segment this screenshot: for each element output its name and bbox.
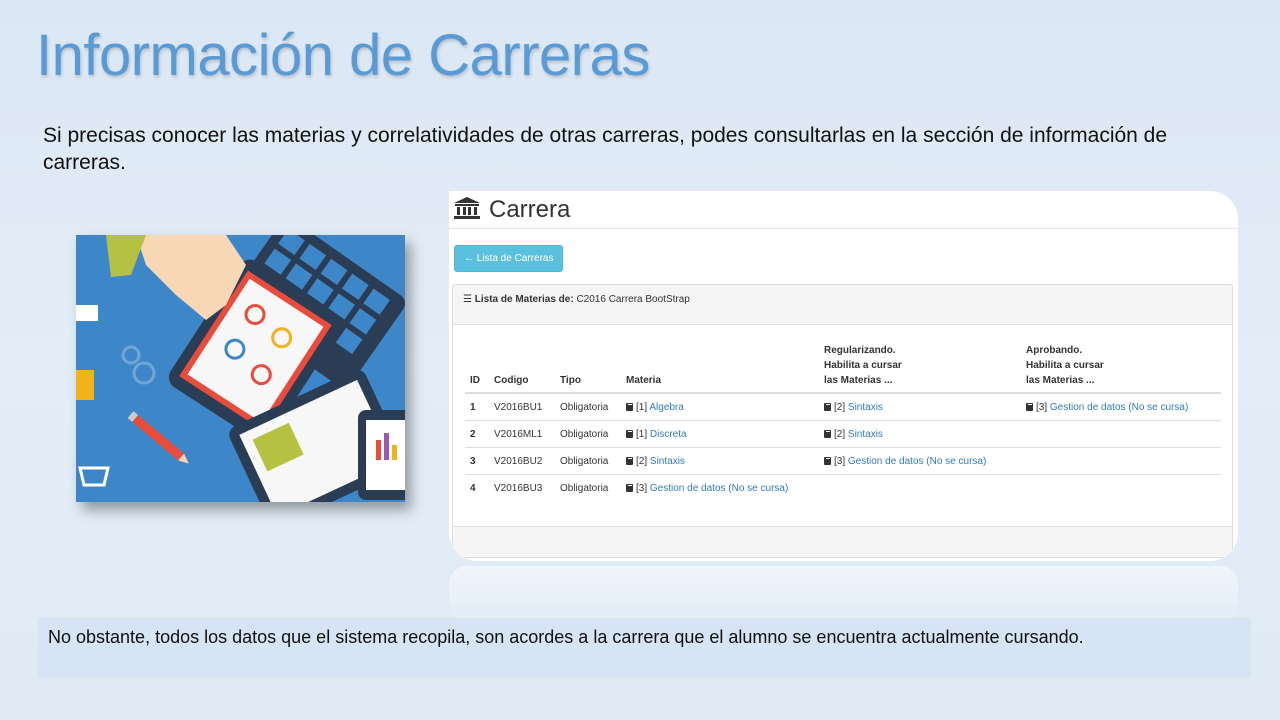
cell-codigo: V2016BU3 bbox=[489, 474, 555, 501]
table-row: 4 V2016BU3 Obligatoria [3] Gestion de datos… bbox=[465, 474, 1221, 501]
cell-id: 1 bbox=[470, 401, 476, 413]
cell-materia: [3] Gestion de datos (No se cursa) bbox=[621, 474, 819, 501]
col-regularizando-line3: las Materias ... bbox=[824, 375, 893, 386]
materia-number: [2] bbox=[834, 401, 846, 413]
col-regularizando-line2: Habilita a cursar bbox=[824, 360, 902, 371]
book-icon bbox=[626, 456, 633, 465]
materia-number: [1] bbox=[636, 428, 648, 440]
cell-tipo: Obligatoria bbox=[555, 474, 621, 501]
panel-heading: ☰ Lista de Materias de: C2016 Carrera Bo… bbox=[453, 285, 1232, 325]
book-icon bbox=[824, 429, 831, 438]
carrera-screenshot: Carrera ← Lista de Carreras ☰ Lista de M… bbox=[449, 191, 1238, 561]
cell-aprobando: [3] Gestion de datos (No se cursa) bbox=[1021, 393, 1221, 421]
cell-codigo: V2016BU2 bbox=[489, 447, 555, 475]
intro-text: Si precisas conocer las materias y corre… bbox=[43, 124, 1168, 174]
table-header-row: ID Codigo Tipo Materia Regularizando. Ha… bbox=[465, 339, 1221, 394]
cell-codigo: V2016BU1 bbox=[494, 401, 543, 413]
materia-link[interactable]: Sintaxis bbox=[848, 402, 883, 413]
col-id: ID bbox=[465, 339, 489, 394]
table-row: 1 V2016BU1 Obligatoria [1] Algebra [2] Sinta… bbox=[465, 393, 1221, 421]
book-icon bbox=[626, 483, 633, 492]
materia-number: [2] bbox=[834, 428, 846, 440]
screenshot-title: Carrera bbox=[489, 196, 571, 223]
materia-link[interactable]: Gestion de datos (No se cursa) bbox=[848, 456, 986, 467]
col-aprobando: Aprobando. Habilita a cursar las Materia… bbox=[1021, 339, 1221, 394]
col-aprobando-line3: las Materias ... bbox=[1026, 375, 1095, 386]
materias-panel: ☰ Lista de Materias de: C2016 Carrera Bo… bbox=[452, 284, 1233, 558]
cell-id: 3 bbox=[465, 447, 489, 475]
cell-regularizando: [2] Sintaxis bbox=[819, 420, 1021, 448]
materia-link[interactable]: Discreta bbox=[650, 429, 687, 440]
col-tipo: Tipo bbox=[555, 339, 621, 394]
col-codigo: Codigo bbox=[489, 339, 555, 394]
materia-link[interactable]: Algebra bbox=[649, 402, 683, 413]
cell-materia: [2] Sintaxis bbox=[621, 447, 819, 475]
cell-codigo: V2016ML1 bbox=[489, 420, 555, 448]
book-icon bbox=[1026, 402, 1033, 411]
cell-materia: [1] Discreta bbox=[621, 420, 819, 448]
screenshot-reflection bbox=[449, 566, 1238, 626]
materia-number: [2] bbox=[636, 455, 648, 467]
col-aprobando-line1: Aprobando. bbox=[1026, 345, 1083, 356]
list-icon: ☰ bbox=[463, 294, 475, 305]
cell-materia: [1] Algebra bbox=[621, 393, 819, 421]
slide-title: Información de Carreras bbox=[36, 23, 650, 88]
cell-aprobando bbox=[1021, 474, 1221, 501]
book-icon bbox=[626, 429, 633, 438]
cell-tipo: Obligatoria bbox=[555, 447, 621, 475]
screenshot-header: Carrera bbox=[453, 195, 570, 225]
materia-number: [3] bbox=[834, 455, 846, 467]
table-row: 3 V2016BU2 Obligatoria [2] Sintaxis [3] Gest… bbox=[465, 447, 1221, 475]
cell-aprobando bbox=[1021, 447, 1221, 475]
note-text: No obstante, todos los datos que el sist… bbox=[38, 618, 1251, 678]
materia-number: [3] bbox=[1036, 401, 1048, 413]
book-icon bbox=[626, 402, 633, 411]
cell-regularizando: [3] Gestion de datos (No se cursa) bbox=[819, 447, 1021, 475]
col-regularizando-line1: Regularizando. bbox=[824, 345, 896, 356]
cell-regularizando: [2] Sintaxis bbox=[819, 393, 1021, 421]
cell-id: 2 bbox=[465, 420, 489, 448]
materia-link[interactable]: Sintaxis bbox=[650, 456, 685, 467]
materia-link[interactable]: Gestion de datos (No se cursa) bbox=[1050, 402, 1188, 413]
panel-footer bbox=[453, 526, 1232, 557]
materia-number: [3] bbox=[636, 482, 648, 494]
cell-regularizando bbox=[819, 474, 1021, 501]
header-divider bbox=[449, 228, 1238, 229]
col-materia: Materia bbox=[621, 339, 819, 394]
panel-heading-value: C2016 Carrera BootStrap bbox=[576, 294, 690, 305]
cell-id: 4 bbox=[465, 474, 489, 501]
table-row: 2 V2016ML1 Obligatoria [1] Discreta [2] Sint… bbox=[465, 420, 1221, 448]
materia-link[interactable]: Sintaxis bbox=[848, 429, 883, 440]
materias-table: ID Codigo Tipo Materia Regularizando. Ha… bbox=[465, 339, 1221, 501]
cell-tipo: Obligatoria bbox=[560, 401, 609, 413]
col-aprobando-line2: Habilita a cursar bbox=[1026, 360, 1104, 371]
materia-number: [1] bbox=[636, 401, 648, 413]
cell-tipo: Obligatoria bbox=[555, 420, 621, 448]
materia-link[interactable]: Gestion de datos (No se cursa) bbox=[650, 483, 788, 494]
col-regularizando: Regularizando. Habilita a cursar las Mat… bbox=[819, 339, 1021, 394]
panel-heading-label: Lista de Materias de: bbox=[474, 294, 574, 305]
cell-aprobando bbox=[1021, 420, 1221, 448]
tablet-illustration bbox=[76, 235, 405, 502]
book-icon bbox=[824, 402, 831, 411]
book-icon bbox=[824, 456, 831, 465]
lista-de-carreras-button[interactable]: ← Lista de Carreras bbox=[454, 245, 564, 272]
bank-icon bbox=[453, 196, 481, 225]
